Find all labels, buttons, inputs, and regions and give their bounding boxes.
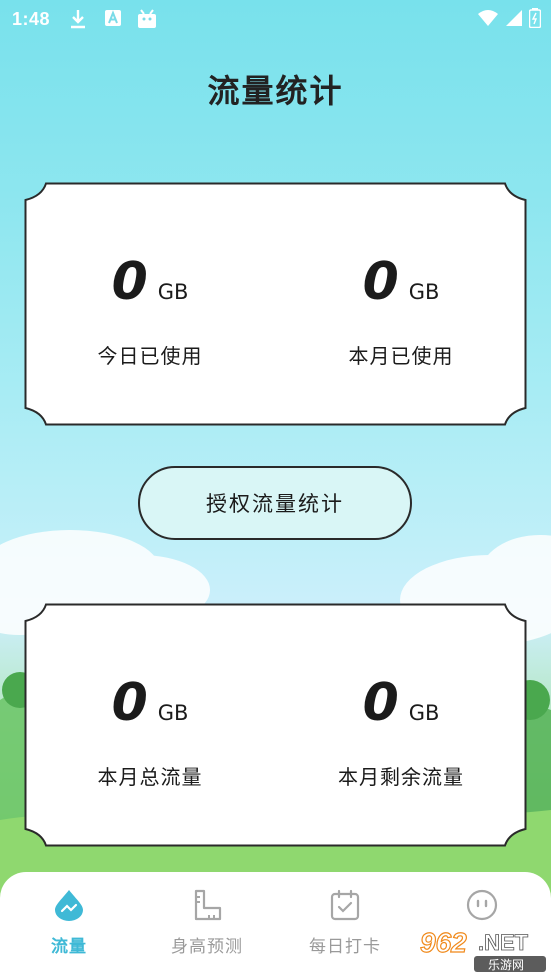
stat-label: 本月已使用: [348, 344, 454, 368]
nav-item-height-predict[interactable]: 身高预测: [138, 872, 276, 972]
stat-month-total: 0 GB 本月总流量: [24, 603, 276, 847]
stat-today-used: 0 GB 今日已使用: [24, 182, 276, 426]
page-title: 流量统计: [207, 72, 344, 110]
stat-unit: GB: [157, 280, 189, 304]
stat-label: 今日已使用: [97, 344, 203, 368]
stat-value: 0: [362, 673, 399, 733]
nav-item-daily-checkin[interactable]: 每日打卡: [276, 872, 414, 972]
svg-text:乐游网: 乐游网: [488, 958, 524, 972]
stat-value: 0: [111, 252, 148, 312]
android-icon: [136, 8, 158, 35]
stats-card-total: 0 GB 本月总流量 0 GB 本月剩余流量: [24, 603, 527, 847]
status-bar: 1:48: [0, 0, 551, 38]
battery-icon: [528, 8, 542, 33]
a-icon: [104, 8, 122, 33]
stat-label: 本月剩余流量: [338, 765, 464, 789]
watermark-logo: 962 .NET 乐游网: [418, 924, 548, 974]
traffic-drop-icon: [52, 888, 86, 922]
stat-unit: GB: [408, 701, 440, 725]
authorize-traffic-button[interactable]: 授权流量统计: [138, 466, 412, 540]
nav-label: 流量: [51, 937, 87, 957]
svg-text:962: 962: [420, 927, 467, 958]
stat-month-used: 0 GB 本月已使用: [275, 182, 527, 426]
face-icon: [465, 888, 499, 922]
stat-value: 0: [362, 252, 399, 312]
stat-unit: GB: [408, 280, 440, 304]
stat-unit: GB: [157, 701, 189, 725]
stat-month-remaining: 0 GB 本月剩余流量: [275, 603, 527, 847]
wifi-icon: [477, 9, 499, 32]
nav-item-traffic[interactable]: 流量: [0, 872, 138, 972]
ruler-icon: [190, 888, 224, 922]
svg-text:.NET: .NET: [478, 930, 529, 955]
stats-card-usage: 0 GB 今日已使用 0 GB 本月已使用: [24, 182, 527, 426]
signal-icon: [505, 9, 523, 32]
download-icon: [68, 8, 88, 35]
calendar-check-icon: [328, 888, 362, 922]
nav-label: 每日打卡: [309, 937, 381, 957]
status-time: 1:48: [12, 9, 51, 29]
stat-label: 本月总流量: [97, 765, 203, 789]
stat-value: 0: [111, 673, 148, 733]
nav-label: 身高预测: [171, 937, 243, 957]
